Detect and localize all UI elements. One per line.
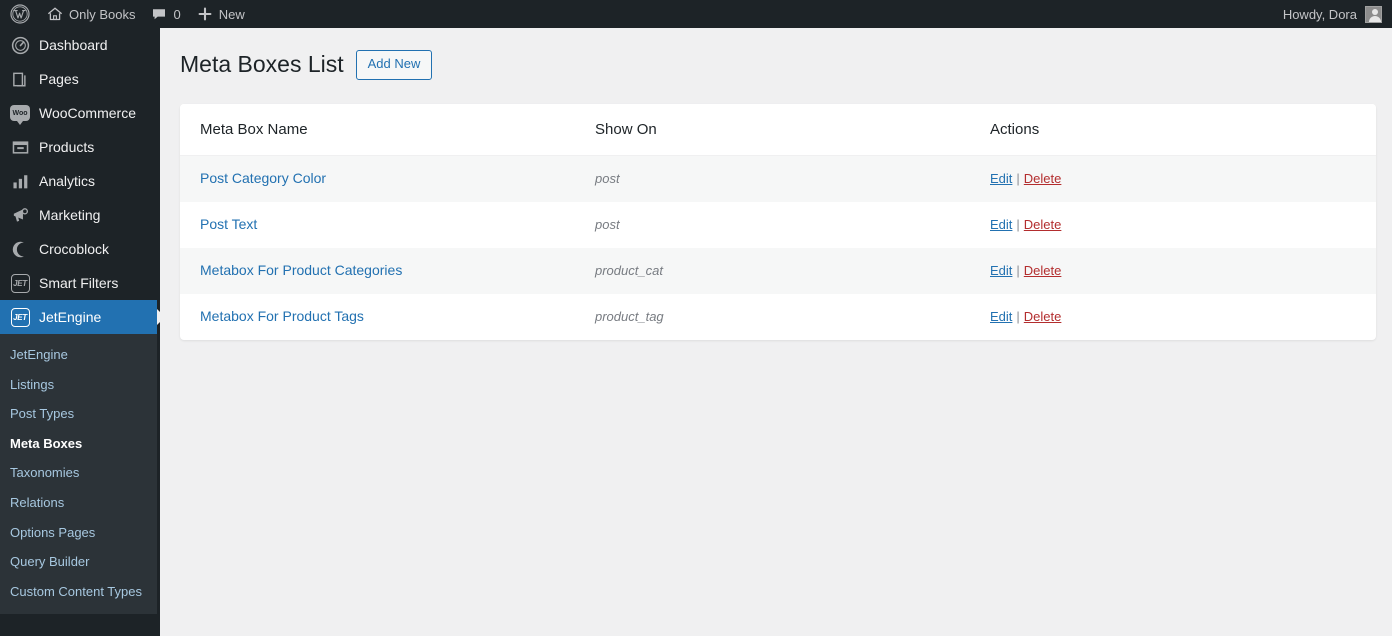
products-box-icon — [10, 137, 30, 157]
delete-link[interactable]: Delete — [1024, 171, 1062, 186]
sidebar-item-analytics[interactable]: Analytics — [0, 164, 160, 198]
action-separator: | — [1016, 216, 1020, 232]
jet-badge-text: JET — [10, 307, 30, 327]
page-title: Meta Boxes List — [180, 51, 344, 77]
submenu-item-listings[interactable]: Listings — [0, 370, 157, 400]
submenu-item-query-builder[interactable]: Query Builder — [0, 547, 157, 577]
column-header-name: Meta Box Name — [200, 120, 308, 138]
show-on-value: post — [595, 170, 620, 186]
meta-box-name-link[interactable]: Post Category Color — [200, 170, 326, 186]
marketing-megaphone-icon — [10, 205, 30, 225]
meta-box-name-link[interactable]: Post Text — [200, 216, 257, 232]
sidebar-item-marketing[interactable]: Marketing — [0, 198, 160, 232]
plus-icon — [197, 6, 213, 22]
table-header-row: Meta Box Name Show On Actions — [180, 103, 1376, 156]
table-row: Post Category Color post Edit | Delete — [180, 155, 1376, 202]
delete-link[interactable]: Delete — [1024, 309, 1062, 324]
sidebar-item-label: Dashboard — [39, 37, 108, 53]
content-area: Meta Boxes List Add New Meta Box Name Sh… — [160, 28, 1392, 636]
edit-link[interactable]: Edit — [990, 263, 1012, 278]
sidebar-item-label: Marketing — [39, 207, 101, 223]
meta-box-name-link[interactable]: Metabox For Product Categories — [200, 262, 402, 278]
sidebar-item-label: Smart Filters — [39, 275, 119, 291]
show-on-value: post — [595, 216, 620, 232]
delete-link[interactable]: Delete — [1024, 217, 1062, 232]
sidebar-item-label: Crocoblock — [39, 241, 110, 257]
submenu-item-options-pages[interactable]: Options Pages — [0, 518, 157, 548]
sidebar-item-label: WooCommerce — [39, 105, 136, 121]
jet-badge-text: JET — [10, 273, 30, 293]
table-row: Metabox For Product Categories product_c… — [180, 247, 1376, 294]
submenu-item-custom-content-types[interactable]: Custom Content Types — [0, 577, 157, 607]
sidebar-item-label: Pages — [39, 71, 79, 87]
column-header-show-on: Show On — [595, 120, 657, 138]
site-name-label: Only Books — [69, 6, 136, 22]
comments-count: 0 — [173, 6, 181, 22]
submenu-item-taxonomies[interactable]: Taxonomies — [0, 458, 157, 488]
sidebar-item-products[interactable]: Products — [0, 130, 160, 164]
edit-link[interactable]: Edit — [990, 171, 1012, 186]
sidebar-item-smart-filters[interactable]: JET Smart Filters — [0, 266, 160, 300]
admin-bar: Only Books 0 New Howdy, Dora — [0, 0, 1392, 28]
table-row: Metabox For Product Tags product_tag Edi… — [180, 294, 1376, 340]
meta-box-name-link[interactable]: Metabox For Product Tags — [200, 308, 364, 324]
woo-badge-text: Woo — [10, 105, 30, 125]
show-on-value: product_tag — [595, 308, 664, 324]
action-separator: | — [1016, 170, 1020, 186]
new-content-button[interactable]: New — [189, 0, 253, 28]
dashboard-gauge-icon — [10, 35, 30, 55]
row-actions: Edit | Delete — [990, 170, 1356, 188]
wordpress-logo-icon — [10, 4, 30, 24]
comment-bubble-icon — [151, 6, 167, 22]
edit-link[interactable]: Edit — [990, 217, 1012, 232]
table-row: Post Text post Edit | Delete — [180, 202, 1376, 248]
jet-badge-icon: JET — [10, 273, 30, 293]
edit-link[interactable]: Edit — [990, 309, 1012, 324]
sidebar-item-crocoblock[interactable]: Crocoblock — [0, 232, 160, 266]
site-name-button[interactable]: Only Books — [39, 0, 143, 28]
delete-link[interactable]: Delete — [1024, 263, 1062, 278]
wordpress-logo-button[interactable] — [0, 0, 39, 28]
action-separator: | — [1016, 308, 1020, 324]
sidebar-item-dashboard[interactable]: Dashboard — [0, 28, 160, 62]
row-actions: Edit | Delete — [990, 262, 1356, 280]
submenu-item-jetengine[interactable]: JetEngine — [0, 340, 157, 370]
add-new-button[interactable]: Add New — [355, 50, 433, 80]
comments-button[interactable]: 0 — [143, 0, 188, 28]
pages-icon — [10, 69, 30, 89]
jetengine-submenu: JetEngine Listings Post Types Meta Boxes… — [0, 334, 157, 615]
woocommerce-icon: Woo — [10, 103, 30, 125]
meta-boxes-table: Meta Box Name Show On Actions Post Categ… — [180, 103, 1376, 340]
action-separator: | — [1016, 262, 1020, 278]
submenu-item-meta-boxes[interactable]: Meta Boxes — [0, 429, 157, 459]
submenu-item-post-types[interactable]: Post Types — [0, 399, 157, 429]
submenu-item-relations[interactable]: Relations — [0, 488, 157, 518]
account-menu[interactable]: Howdy, Dora — [1282, 5, 1392, 23]
sidebar-item-label: Analytics — [39, 173, 96, 189]
sidebar-item-label: JetEngine — [39, 309, 102, 325]
crocoblock-moon-icon — [10, 239, 30, 259]
row-actions: Edit | Delete — [990, 216, 1356, 234]
page-header: Meta Boxes List Add New — [180, 28, 1374, 80]
howdy-label: Howdy, Dora — [1282, 6, 1357, 22]
user-avatar-icon — [1365, 5, 1382, 23]
show-on-value: product_cat — [595, 262, 663, 278]
new-content-label: New — [218, 6, 245, 22]
analytics-bars-icon — [10, 171, 30, 191]
sidebar-item-woocommerce[interactable]: Woo WooCommerce — [0, 96, 160, 130]
row-actions: Edit | Delete — [990, 308, 1356, 326]
jet-badge-icon: JET — [10, 307, 30, 327]
sidebar-item-jetengine[interactable]: JET JetEngine — [0, 300, 165, 334]
home-icon — [47, 6, 63, 22]
column-header-actions: Actions — [990, 120, 1040, 138]
sidebar-item-pages[interactable]: Pages — [0, 62, 160, 96]
sidebar-item-label: Products — [39, 139, 95, 155]
admin-sidebar: Dashboard Pages Woo WooCommerce Products — [0, 28, 165, 636]
